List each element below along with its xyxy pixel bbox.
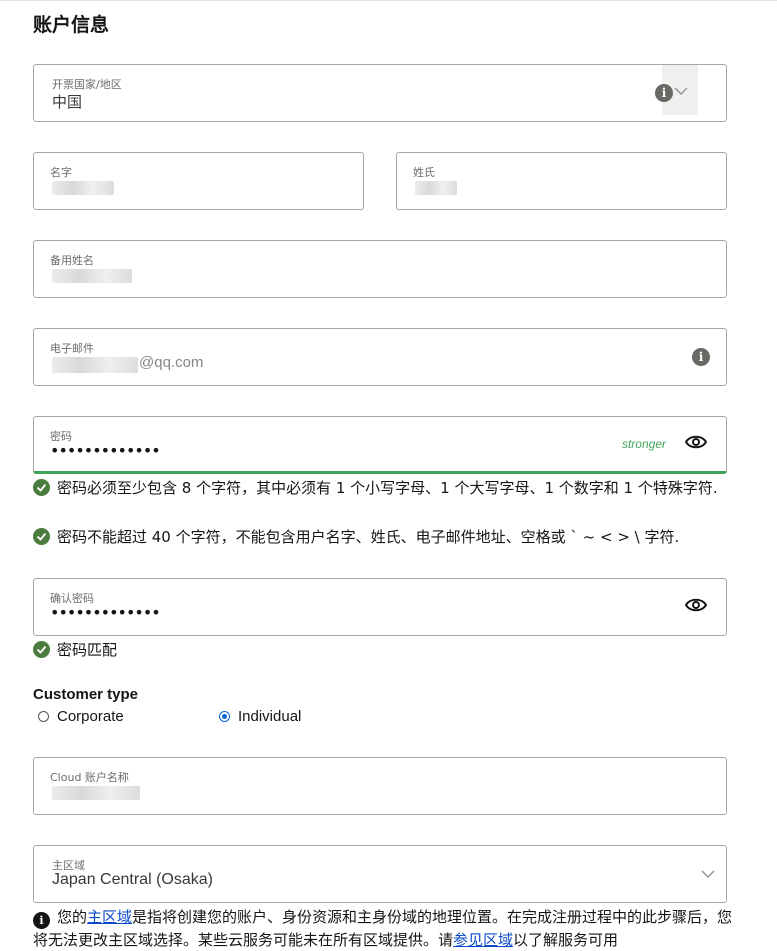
email-field[interactable]: 电子邮件 @qq.com i: [33, 328, 727, 386]
show-password-eye-icon[interactable]: [685, 597, 707, 613]
home-region-value: Japan Central (Osaka): [52, 871, 213, 888]
show-password-eye-icon[interactable]: [685, 434, 707, 450]
radio-button[interactable]: [38, 711, 49, 722]
check-circle-icon: [33, 528, 50, 545]
cloud-account-name-label: Cloud 账户名称: [50, 771, 129, 784]
chevron-down-icon: [674, 87, 688, 95]
top-divider: [0, 0, 777, 1]
info-icon[interactable]: i: [655, 84, 673, 102]
customer-type-corporate-radio[interactable]: Corporate: [38, 708, 124, 725]
home-region-link[interactable]: 主区域: [87, 908, 132, 926]
section-title: 账户信息: [33, 14, 110, 36]
cloud-account-name-redacted: [52, 786, 140, 800]
chevron-down-icon: [701, 870, 715, 878]
check-circle-icon: [33, 641, 50, 658]
alt-name-field[interactable]: 备用姓名: [33, 240, 727, 298]
password-field[interactable]: 密码 ••••••••••••• stronger: [33, 416, 727, 474]
billing-country-label: 开票国家/地区: [52, 78, 122, 91]
first-name-field[interactable]: 名字: [33, 152, 364, 210]
check-circle-icon: [33, 479, 50, 496]
billing-country-select[interactable]: 开票国家/地区 中国 i: [33, 64, 727, 122]
home-region-select[interactable]: 主区域 Japan Central (Osaka): [33, 845, 727, 903]
alt-name-value-redacted: [52, 269, 132, 283]
individual-label: Individual: [238, 708, 302, 725]
customer-type-title: Customer type: [33, 686, 139, 703]
confirm-password-field[interactable]: 确认密码 •••••••••••••: [33, 578, 727, 636]
password-masked-value: •••••••••••••: [50, 441, 161, 460]
first-name-value-redacted: [52, 181, 114, 195]
customer-type-individual-radio[interactable]: Individual: [219, 708, 301, 725]
regions-link[interactable]: 参见区域: [453, 931, 513, 949]
info-icon: i: [33, 912, 50, 929]
email-domain: @qq.com: [139, 354, 204, 371]
alt-name-label: 备用姓名: [50, 254, 94, 267]
last-name-value-redacted: [415, 181, 457, 195]
home-region-note: i 您的主区域是指将创建您的账户、身份资源和主身份域的地理位置。在完成注册过程中的…: [33, 908, 733, 949]
billing-country-value: 中国: [52, 93, 83, 111]
last-name-field[interactable]: 姓氏: [396, 152, 727, 210]
last-name-label: 姓氏: [413, 166, 435, 179]
info-icon[interactable]: i: [692, 348, 710, 366]
corporate-label: Corporate: [57, 708, 124, 725]
cloud-account-name-field[interactable]: Cloud 账户名称: [33, 757, 727, 815]
confirm-password-masked-value: •••••••••••••: [50, 603, 161, 622]
password-rule-length: 密码必须至少包含 8 个字符，其中必须有 1 个小写字母、1 个大写字母、1 个…: [33, 477, 723, 499]
password-strength: stronger: [621, 437, 666, 451]
password-rule-restrictions: 密码不能超过 40 个字符，不能包含用户名字、姓氏、电子邮件地址、空格或 ` ~…: [33, 526, 733, 548]
email-label: 电子邮件: [50, 342, 94, 355]
first-name-label: 名字: [50, 166, 72, 179]
email-local-redacted: [52, 357, 138, 373]
radio-button-selected[interactable]: [219, 711, 230, 722]
password-match-status: 密码匹配: [33, 639, 117, 661]
